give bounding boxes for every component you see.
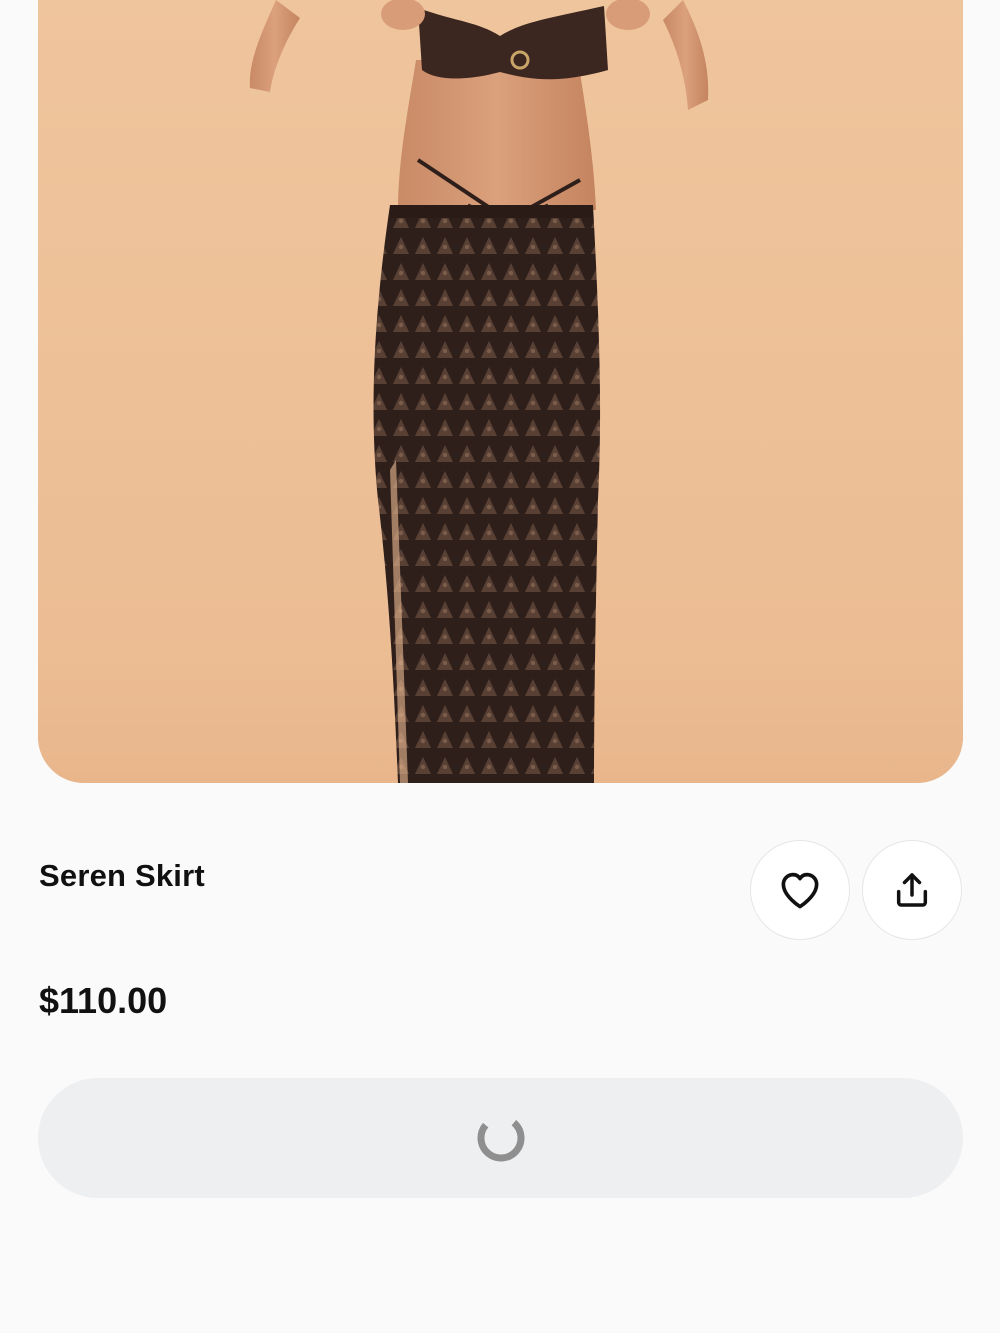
favorite-button[interactable] — [750, 840, 850, 940]
product-detail-page: Seren Skirt $110.00 — [0, 0, 1000, 1333]
share-button[interactable] — [862, 840, 962, 940]
add-to-cart-button[interactable] — [38, 1078, 963, 1198]
heart-icon — [781, 872, 819, 909]
product-price: $110.00 — [39, 980, 168, 1021]
product-title: Seren Skirt — [39, 858, 205, 893]
spinner-icon — [477, 1120, 524, 1162]
share-icon — [896, 873, 928, 907]
product-image[interactable] — [38, 0, 963, 783]
product-photo — [38, 0, 963, 783]
